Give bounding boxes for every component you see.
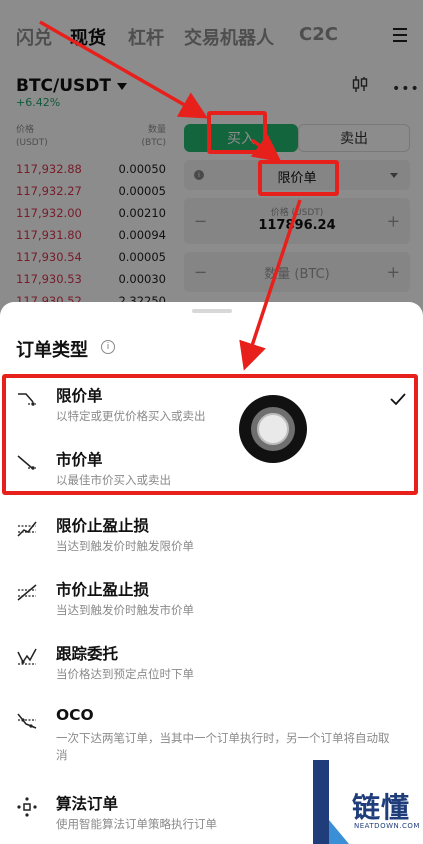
watermark-text: 链懂	[352, 791, 411, 824]
screen-record-button[interactable]	[239, 395, 307, 463]
watermark-logo-icon	[313, 760, 349, 844]
watermark-subtext: NEATDOWN.COM	[354, 822, 420, 830]
annotation-arrows	[39, 20, 302, 371]
